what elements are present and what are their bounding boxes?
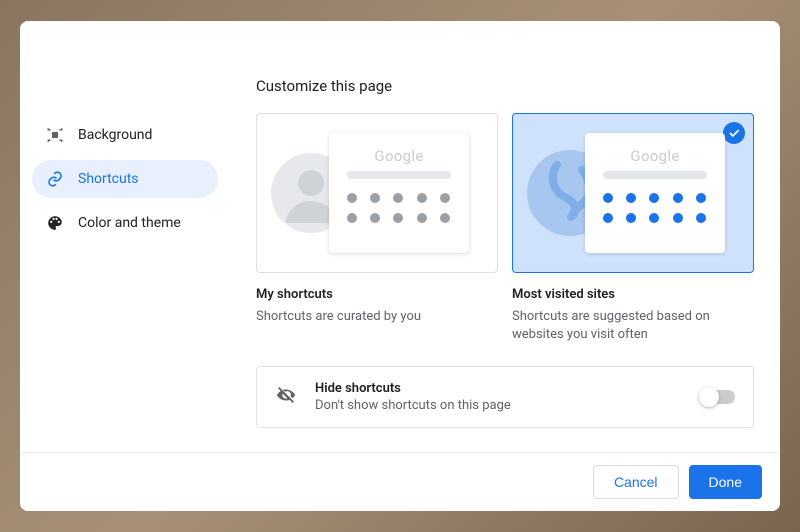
sidebar-item-color-theme[interactable]: Color and theme [32, 204, 218, 242]
option-description: Shortcuts are curated by you [256, 308, 498, 326]
google-logo: Google [597, 147, 713, 165]
mini-preview: Google [585, 133, 725, 253]
sidebar-item-label: Background [78, 127, 152, 143]
meta-most-visited: Most visited sites Shortcuts are suggest… [512, 287, 754, 344]
sidebar-item-label: Shortcuts [78, 171, 139, 187]
sidebar-item-label: Color and theme [78, 215, 181, 231]
card-descriptions: My shortcuts Shortcuts are curated by yo… [256, 287, 754, 344]
search-bar-preview [603, 171, 707, 179]
done-button[interactable]: Done [689, 465, 762, 499]
dialog-content: Background Shortcuts Color and theme Cus… [20, 21, 780, 511]
mini-preview: Google [329, 133, 469, 253]
hide-shortcuts-row: Hide shortcuts Don't show shortcuts on t… [256, 366, 754, 428]
hide-description: Don't show shortcuts on this page [315, 398, 683, 413]
cancel-button[interactable]: Cancel [593, 465, 679, 499]
card-most-visited[interactable]: Google [512, 113, 754, 273]
customize-dialog: Background Shortcuts Color and theme Cus… [20, 21, 780, 511]
hide-toggle[interactable] [701, 390, 735, 404]
meta-my-shortcuts: My shortcuts Shortcuts are curated by yo… [256, 287, 498, 344]
option-title: My shortcuts [256, 287, 498, 302]
link-icon [46, 170, 64, 188]
dialog-footer: Cancel Done [20, 452, 780, 511]
search-bar-preview [347, 171, 451, 179]
main-panel: Customize this page Google [230, 21, 780, 511]
google-logo: Google [341, 147, 457, 165]
hide-texts: Hide shortcuts Don't show shortcuts on t… [315, 381, 683, 413]
sidebar-item-background[interactable]: Background [32, 116, 218, 154]
option-description: Shortcuts are suggested based on website… [512, 308, 754, 344]
shortcut-dots [597, 193, 713, 223]
palette-icon [46, 214, 64, 232]
check-icon [723, 122, 745, 144]
background-icon [46, 126, 64, 144]
shortcut-dots [341, 193, 457, 223]
card-my-shortcuts[interactable]: Google [256, 113, 498, 273]
hide-icon [275, 384, 297, 410]
option-title: Most visited sites [512, 287, 754, 302]
sidebar: Background Shortcuts Color and theme [20, 21, 230, 511]
hide-title: Hide shortcuts [315, 381, 683, 396]
option-cards: Google Go [256, 113, 754, 273]
page-title: Customize this page [256, 77, 754, 95]
sidebar-item-shortcuts[interactable]: Shortcuts [32, 160, 218, 198]
